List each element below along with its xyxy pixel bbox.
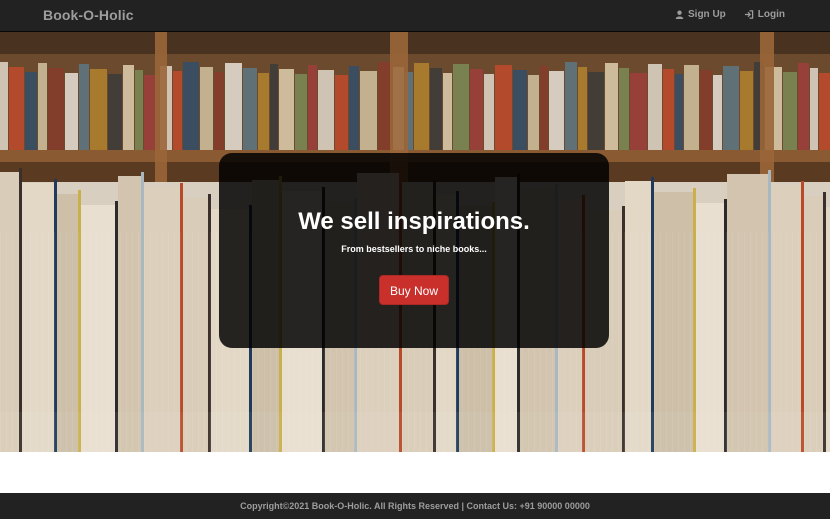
hero-section: We sell inspirations. From bestsellers t… xyxy=(0,32,830,452)
signup-label: Sign Up xyxy=(688,9,726,20)
login-link[interactable]: Login xyxy=(744,9,785,20)
footer: Copyright©2021 Book-O-Holic. All Rights … xyxy=(0,493,830,519)
login-icon xyxy=(744,10,754,19)
hero-title: We sell inspirations. xyxy=(298,208,530,235)
brand-logo[interactable]: Book-O-Holic xyxy=(43,7,134,23)
nav-links: Sign Up Login xyxy=(675,9,785,20)
hero-subtitle: From bestsellers to niche books... xyxy=(341,244,487,254)
user-icon xyxy=(675,10,684,19)
buy-now-button[interactable]: Buy Now xyxy=(379,275,449,305)
hero-banner: We sell inspirations. From bestsellers t… xyxy=(219,153,609,348)
navbar: Book-O-Holic Sign Up Login xyxy=(0,0,830,32)
login-label: Login xyxy=(757,9,785,20)
signup-link[interactable]: Sign Up xyxy=(675,9,726,20)
footer-copyright: Copyright©2021 Book-O-Holic. All Rights … xyxy=(240,501,590,511)
